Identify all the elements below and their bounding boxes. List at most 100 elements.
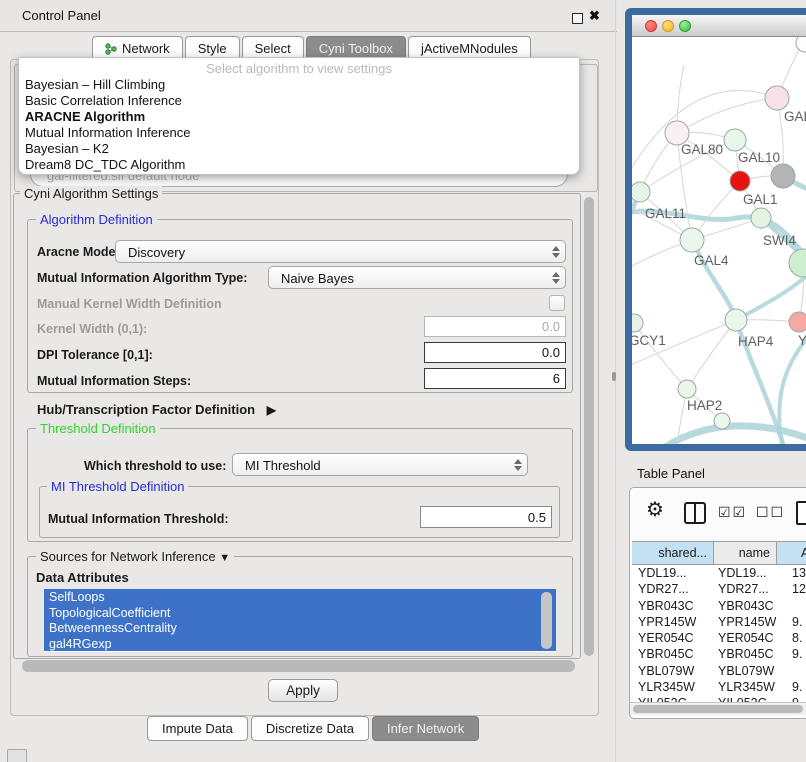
tab-discretize-data[interactable]: Discretize Data bbox=[251, 716, 369, 741]
combo-arrows-icon bbox=[512, 458, 522, 472]
node-swi4 bbox=[789, 249, 806, 277]
node-gal10 bbox=[724, 129, 746, 151]
table-row[interactable]: YBR043CYBR043C bbox=[632, 598, 806, 614]
node-gal11 bbox=[632, 182, 650, 202]
panel-splitter[interactable] bbox=[615, 0, 616, 762]
minimize-traffic-light[interactable] bbox=[662, 20, 674, 32]
select-all-checks-icon[interactable]: ☑☑ bbox=[718, 504, 747, 521]
mi-steps-label: Mutual Information Steps: bbox=[37, 374, 191, 388]
manual-kernel-width-label: Manual Kernel Width Definition bbox=[37, 297, 222, 311]
column-header[interactable]: name bbox=[714, 542, 777, 564]
panel-title: Control Panel bbox=[22, 8, 101, 23]
mi-algorithm-type-label: Mutual Information Algorithm Type: bbox=[37, 271, 247, 285]
node-label: GAL4 bbox=[694, 253, 729, 268]
columns-icon[interactable] bbox=[684, 502, 706, 524]
table-panel-title: Table Panel bbox=[637, 466, 705, 481]
network-icon bbox=[105, 43, 117, 58]
settings-vertical-scrollbar[interactable] bbox=[584, 197, 594, 656]
node-label: GCY1 bbox=[632, 333, 666, 348]
combo-arrows-icon bbox=[550, 271, 560, 285]
settings-horizontal-scrollbar[interactable] bbox=[22, 660, 575, 672]
scrollbar-thumb[interactable] bbox=[633, 705, 803, 713]
table-row[interactable]: YLR345WYLR345W9. bbox=[632, 679, 806, 695]
deselect-all-checks-icon[interactable]: ☐☐ bbox=[756, 504, 785, 521]
table-row[interactable]: YPR145WYPR145W9. bbox=[632, 614, 806, 630]
kernel-width-label: Kernel Width (0,1): bbox=[37, 322, 147, 336]
table-row[interactable]: YER054CYER054C8. bbox=[632, 630, 806, 646]
dpi-tolerance-input[interactable] bbox=[424, 342, 566, 363]
sources-group-title[interactable]: Sources for Network Inference ▼ bbox=[36, 549, 234, 564]
aracne-mode-label: Aracne Mode: bbox=[37, 245, 120, 259]
tab-impute-data[interactable]: Impute Data bbox=[147, 716, 248, 741]
which-threshold-combo[interactable]: MI Threshold bbox=[232, 453, 528, 476]
document-icon[interactable] bbox=[796, 501, 806, 525]
aracne-mode-combo[interactable]: Discovery bbox=[115, 240, 566, 263]
zoom-traffic-light[interactable] bbox=[679, 20, 691, 32]
table-panel: ⚙ ☑☑ ☐☐ shared... name A YDL19...YDL19..… bbox=[629, 487, 806, 719]
settings-group-title: Cyni Algorithm Settings bbox=[20, 186, 162, 201]
combo-arrows-icon bbox=[550, 245, 560, 259]
column-header[interactable]: shared... bbox=[632, 542, 714, 564]
screen: Control Panel ✖ Network Style Select Cyn… bbox=[0, 0, 806, 762]
splitter-handle[interactable] bbox=[612, 372, 616, 381]
node-gal4 bbox=[680, 228, 704, 252]
node-label: GAL10 bbox=[738, 150, 780, 165]
table-header-row: shared... name A bbox=[632, 541, 806, 565]
node-label: SWI4 bbox=[763, 233, 796, 248]
which-threshold-label: Which threshold to use: bbox=[84, 459, 226, 473]
tab-infer-network[interactable]: Infer Network bbox=[372, 716, 479, 741]
table-rows: YDL19...YDL19...13 YDR27...YDR27...12 YB… bbox=[632, 565, 806, 703]
gear-icon[interactable]: ⚙ bbox=[646, 500, 664, 520]
table-row[interactable]: YBR045CYBR045C9. bbox=[632, 646, 806, 662]
table-horizontal-scrollbar[interactable] bbox=[630, 702, 806, 715]
list-item[interactable]: gal4RGexp bbox=[44, 636, 556, 652]
column-header[interactable]: A bbox=[777, 542, 806, 564]
dropdown-option[interactable]: Basic Correlation Inference bbox=[23, 93, 575, 109]
float-panel-icon[interactable] bbox=[572, 13, 583, 24]
table-toolbar: ⚙ ☑☑ ☐☐ bbox=[630, 488, 806, 540]
dropdown-placeholder: Select algorithm to view settings bbox=[19, 61, 579, 76]
node bbox=[714, 413, 730, 429]
apply-button[interactable]: Apply bbox=[268, 679, 338, 702]
table-row[interactable]: YDL19...YDL19...13 bbox=[632, 565, 806, 581]
dropdown-option[interactable]: Bayesian – Hill Climbing bbox=[23, 77, 575, 93]
close-traffic-light[interactable] bbox=[645, 20, 657, 32]
node-label: Y bbox=[798, 333, 806, 348]
mi-steps-input[interactable] bbox=[424, 368, 566, 389]
node-gal-pink bbox=[765, 86, 789, 110]
node-gal1-red bbox=[730, 171, 750, 191]
table-row[interactable]: YBL079WYBL079W bbox=[632, 663, 806, 679]
kernel-width-input[interactable] bbox=[424, 316, 566, 337]
expand-right-icon: ▶ bbox=[267, 403, 276, 417]
manual-kernel-width-checkbox[interactable] bbox=[549, 295, 565, 311]
node-gcy1 bbox=[632, 314, 643, 332]
table-row[interactable]: YDR27...YDR27...12 bbox=[632, 581, 806, 597]
algorithm-definition-title: Algorithm Definition bbox=[36, 212, 157, 227]
node-label: GAL1 bbox=[743, 192, 778, 207]
network-canvas[interactable]: GAL GAL80 GAL10 GAL1 GAL11 GAL4 SWI4 GCY… bbox=[632, 37, 806, 444]
node-label: GAL80 bbox=[681, 142, 723, 157]
list-item[interactable]: TopologicalCoefficient bbox=[44, 605, 556, 621]
node-gray bbox=[771, 164, 795, 188]
node bbox=[796, 37, 806, 52]
dropdown-option[interactable]: Dream8 DC_TDC Algorithm bbox=[23, 157, 575, 173]
close-icon[interactable]: ✖ bbox=[589, 8, 600, 24]
network-window: GAL GAL80 GAL10 GAL1 GAL11 GAL4 SWI4 GCY… bbox=[632, 15, 806, 444]
network-window-titlebar[interactable] bbox=[632, 15, 806, 37]
mi-threshold-definition-title: MI Threshold Definition bbox=[47, 479, 188, 494]
mi-threshold-label: Mutual Information Threshold: bbox=[48, 512, 229, 526]
bottom-left-widget[interactable] bbox=[7, 749, 27, 762]
tab-label: Network bbox=[122, 41, 170, 56]
hub-definition-toggle[interactable]: Hub/Transcription Factor Definition ▶ bbox=[37, 402, 276, 417]
node-label: GAL11 bbox=[645, 206, 686, 221]
mi-threshold-input[interactable] bbox=[420, 506, 552, 528]
attributes-scrollbar[interactable] bbox=[541, 592, 552, 649]
dropdown-option[interactable]: Bayesian – K2 bbox=[23, 141, 575, 157]
node-label: HAP2 bbox=[687, 398, 722, 413]
dropdown-option-selected[interactable]: ARACNE Algorithm bbox=[23, 109, 575, 125]
list-item[interactable]: SelfLoops bbox=[44, 589, 556, 605]
list-item[interactable]: BetweennessCentrality bbox=[44, 620, 556, 636]
mi-algorithm-type-combo[interactable]: Naive Bayes bbox=[268, 266, 566, 289]
dropdown-option[interactable]: Mutual Information Inference bbox=[23, 125, 575, 141]
dpi-tolerance-label: DPI Tolerance [0,1]: bbox=[37, 348, 153, 362]
